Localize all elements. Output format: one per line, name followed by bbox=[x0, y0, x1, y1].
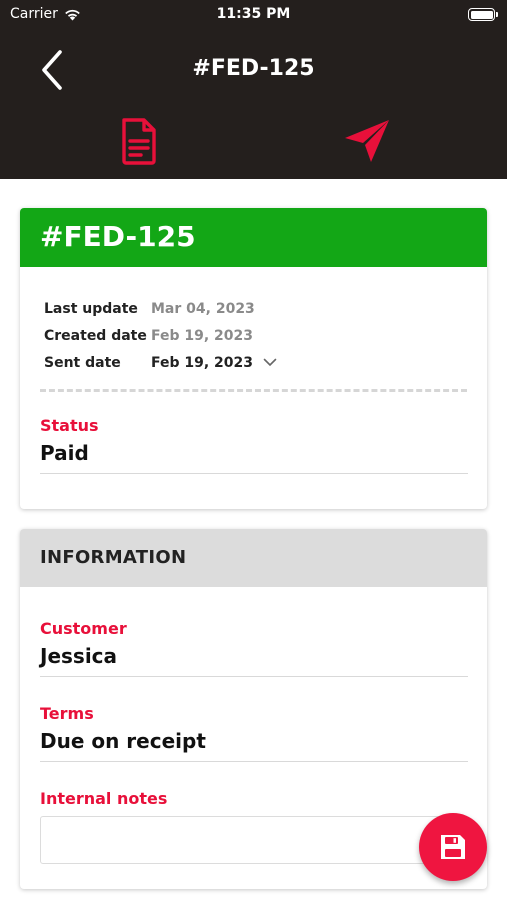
terms-value[interactable]: Due on receipt bbox=[40, 729, 468, 762]
customer-value[interactable]: Jessica bbox=[40, 644, 468, 677]
last-update-label: Last update bbox=[44, 300, 138, 317]
last-update-row: Last update Mar 04, 2023 bbox=[44, 295, 487, 322]
tab-document[interactable] bbox=[114, 114, 164, 168]
internal-notes-input[interactable] bbox=[40, 816, 468, 864]
sent-date-label: Sent date bbox=[44, 354, 121, 371]
status-value[interactable]: Paid bbox=[40, 441, 468, 474]
sent-date-value[interactable]: Feb 19, 2023 bbox=[151, 355, 253, 371]
sent-date-row[interactable]: Sent date Feb 19, 2023 bbox=[44, 349, 487, 376]
save-button[interactable] bbox=[419, 813, 487, 881]
status-label: Status bbox=[40, 416, 99, 435]
customer-label: Customer bbox=[40, 619, 127, 638]
invoice-summary-card: #FED-125 Last update Mar 04, 2023 Create… bbox=[20, 208, 487, 509]
page-title: #FED-125 bbox=[192, 56, 315, 81]
invoice-number: #FED-125 bbox=[20, 208, 487, 267]
created-date-label: Created date bbox=[44, 327, 147, 344]
clock: 11:35 PM bbox=[216, 6, 291, 22]
information-heading: INFORMATION bbox=[20, 529, 487, 587]
internal-notes-field[interactable]: Internal notes bbox=[40, 789, 468, 864]
status-field[interactable]: Status Paid bbox=[40, 416, 468, 474]
document-icon bbox=[122, 118, 156, 165]
status-bar: Carrier 11:35 PM bbox=[0, 0, 507, 30]
navigation-bar: #FED-125 bbox=[0, 30, 507, 179]
divider bbox=[40, 389, 467, 392]
created-date-row: Created date Feb 19, 2023 bbox=[44, 322, 487, 349]
tab-send[interactable] bbox=[342, 114, 392, 168]
dates-section: Last update Mar 04, 2023 Created date Fe… bbox=[20, 267, 487, 376]
internal-notes-label: Internal notes bbox=[40, 789, 168, 808]
information-card: INFORMATION Customer Jessica Terms Due o… bbox=[20, 529, 487, 889]
battery-icon bbox=[468, 8, 498, 21]
last-update-value: Mar 04, 2023 bbox=[151, 300, 255, 317]
terms-field[interactable]: Terms Due on receipt bbox=[40, 704, 468, 762]
save-icon bbox=[441, 835, 465, 859]
customer-field[interactable]: Customer Jessica bbox=[40, 619, 468, 677]
created-date-value: Feb 19, 2023 bbox=[151, 327, 254, 344]
send-icon bbox=[345, 120, 389, 162]
chevron-down-icon[interactable] bbox=[263, 358, 277, 367]
terms-label: Terms bbox=[40, 704, 94, 723]
